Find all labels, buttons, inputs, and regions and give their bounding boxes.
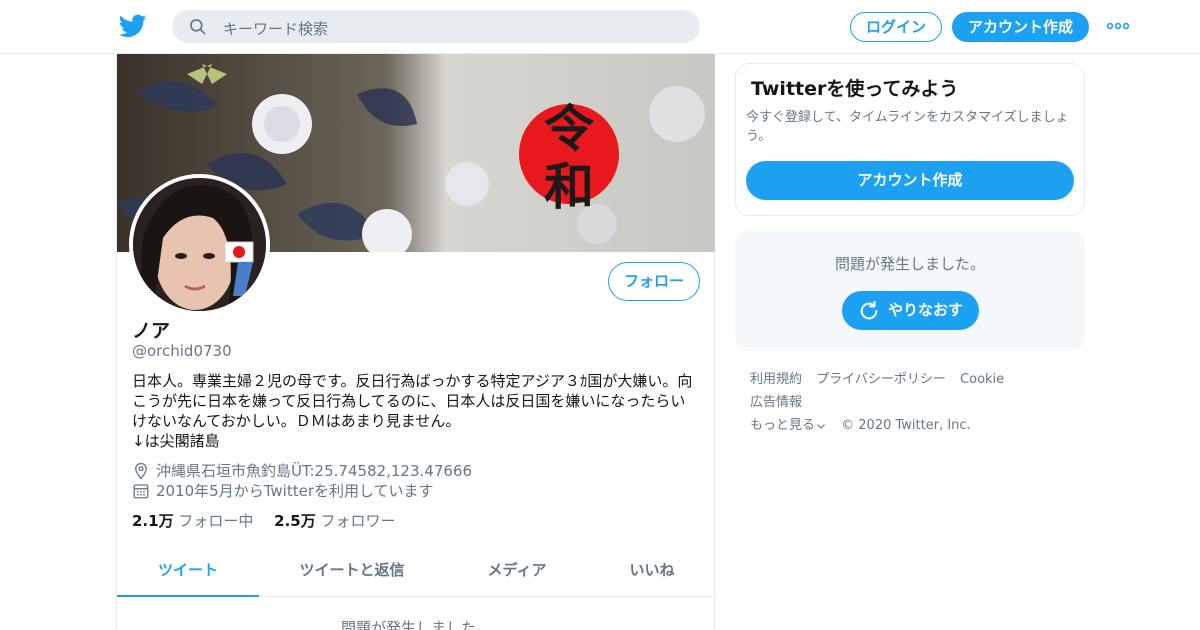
footer-link-terms[interactable]: 利用規約 bbox=[750, 372, 802, 387]
bio-line: けないなんておかしい。ＤＭはあまり見ません。 bbox=[132, 412, 461, 430]
retry-label: やりなおす bbox=[888, 301, 964, 319]
footer-more-button[interactable]: もっと見る bbox=[750, 418, 827, 433]
error-card-text: 問題が発生しました。 bbox=[834, 255, 985, 273]
timeline-error-text: 問題が発生しました。 bbox=[340, 619, 491, 630]
following-count: 2.1万 bbox=[132, 512, 174, 530]
more-dots-icon[interactable] bbox=[1106, 18, 1130, 34]
following-label: フォロー中 bbox=[178, 512, 254, 530]
footer-copyright: © 2020 Twitter, Inc. bbox=[841, 418, 971, 433]
top-header: キーワード検索 ログイン アカウント作成 bbox=[0, 0, 1200, 54]
location-text: 沖縄県石垣市魚釣島ÜT:25.74582,123.47666 bbox=[156, 462, 473, 480]
footer-links: 利用規約 プライバシーポリシー Cookie 広告情報 もっと見る © 2020… bbox=[750, 368, 1080, 437]
bio-line: こうが先に日本を嫌って反日行為してるのに、日本人は反日国を嫌いになったらい bbox=[132, 392, 686, 410]
chevron-down-icon bbox=[817, 423, 825, 429]
signup-card-desc: 今すぐ登録して、タイムラインをカスタマイズしましょう。 bbox=[746, 110, 1069, 144]
calendar-icon bbox=[133, 484, 149, 499]
refresh-icon bbox=[860, 300, 878, 320]
followers-label: フォロワー bbox=[320, 512, 396, 530]
signup-card-button[interactable]: アカウント作成 bbox=[746, 161, 1074, 200]
follow-button[interactable]: フォロー bbox=[608, 262, 700, 301]
footer-link-ads[interactable]: 広告情報 bbox=[750, 395, 802, 410]
banner-reiwa-char1: 令 bbox=[544, 99, 595, 158]
bio-line: 日本人。専業主婦２児の母です。反日行為ばっかする特定アジア３ｶ国が大嫌い。向 bbox=[132, 372, 693, 390]
following-stat[interactable]: 2.1万 フォロー中 bbox=[132, 510, 253, 531]
banner-reiwa-char2: 和 bbox=[544, 157, 594, 216]
joined-text: 2010年5月からTwitterを利用しています bbox=[156, 482, 434, 500]
profile-name: ノア bbox=[132, 320, 171, 342]
avatar[interactable] bbox=[129, 174, 270, 315]
bio-line: ↓は尖閣諸島 bbox=[132, 432, 220, 450]
profile-tabs: ツイート ツイートと返信 メディア いいね bbox=[117, 546, 715, 597]
avatar-image bbox=[133, 178, 266, 311]
location-pin-icon bbox=[135, 462, 147, 480]
twitter-bird-icon[interactable] bbox=[118, 12, 148, 40]
signup-card-title: Twitterを使ってみよう bbox=[751, 78, 959, 100]
footer-link-cookie[interactable]: Cookie bbox=[960, 372, 1004, 387]
error-card: 問題が発生しました。 やりなおす bbox=[735, 231, 1085, 351]
search-input[interactable]: キーワード検索 bbox=[223, 18, 328, 39]
retry-button[interactable]: やりなおす bbox=[842, 291, 979, 330]
footer-more-label: もっと見る bbox=[750, 418, 816, 433]
tab-tweets[interactable]: ツイート bbox=[117, 546, 259, 597]
signup-button[interactable]: アカウント作成 bbox=[952, 12, 1089, 42]
login-button[interactable]: ログイン bbox=[850, 12, 942, 42]
profile-column: 令 和 フォロー ノア @orchid0730 日本人。専業主婦２児の母です。反… bbox=[116, 54, 715, 630]
tab-tweets-and-replies[interactable]: ツイートと返信 bbox=[277, 546, 427, 597]
tab-media[interactable]: メディア bbox=[457, 546, 577, 597]
search-icon bbox=[190, 19, 206, 35]
footer-link-privacy[interactable]: プライバシーポリシー bbox=[816, 372, 946, 387]
profile-stats: 2.1万 フォロー中 2.5万 フォロワー bbox=[132, 510, 412, 531]
tab-likes[interactable]: いいね bbox=[597, 546, 707, 597]
profile-bio: 日本人。専業主婦２児の母です。反日行為ばっかする特定アジア３ｶ国が大嫌い。向 こ… bbox=[132, 371, 702, 451]
signup-card: Twitterを使ってみよう 今すぐ登録して、タイムラインをカスタマイズしましょ… bbox=[735, 63, 1085, 216]
followers-stat[interactable]: 2.5万 フォロワー bbox=[274, 510, 395, 531]
followers-count: 2.5万 bbox=[274, 512, 316, 530]
profile-handle[interactable]: @orchid0730 bbox=[132, 342, 232, 360]
search-box[interactable]: キーワード検索 bbox=[172, 10, 700, 43]
